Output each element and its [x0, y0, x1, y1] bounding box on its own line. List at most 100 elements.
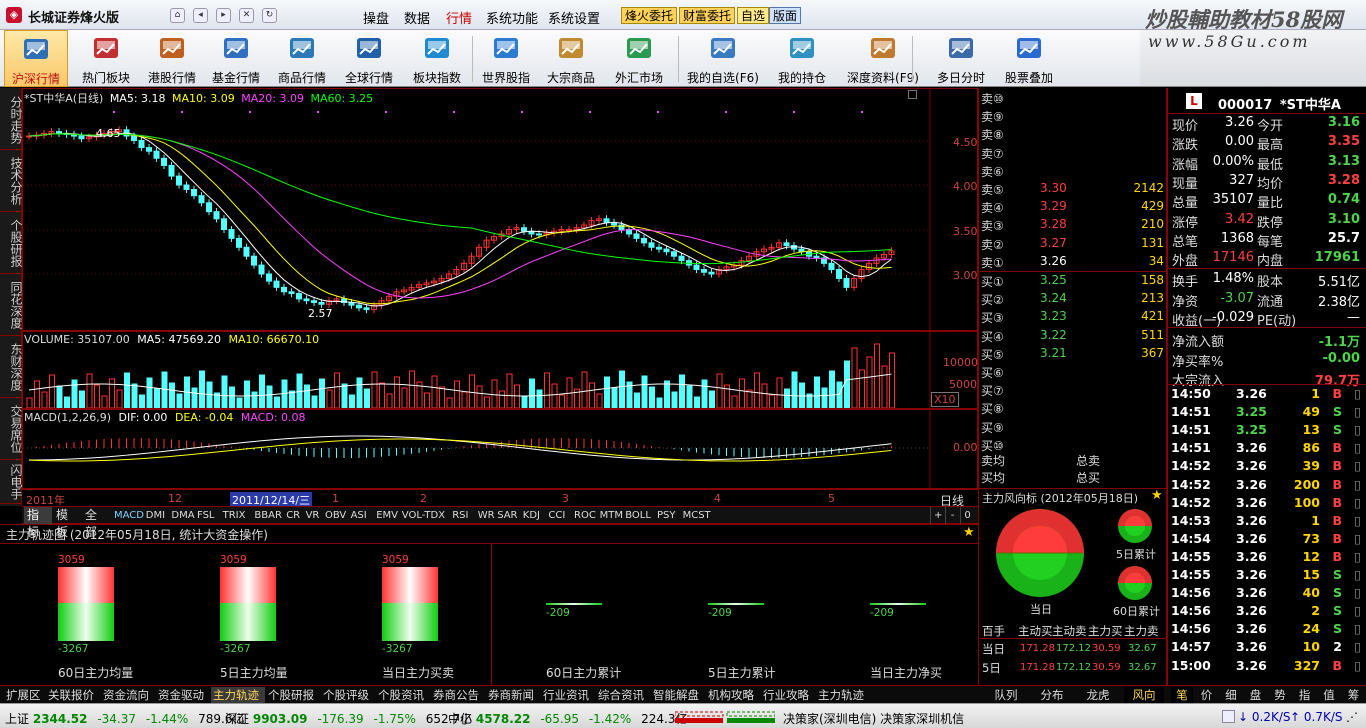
bottom-tab-1[interactable]: 关联报价: [46, 687, 100, 703]
bottom-tab-3[interactable]: 资金驱动: [156, 687, 210, 703]
bottom-tab-9[interactable]: 券商新闻: [486, 687, 540, 703]
indicator-tab-sar[interactable]: SAR: [494, 507, 519, 524]
right-tab-0[interactable]: 队列: [986, 687, 1026, 703]
toolbar-hk-stock-button[interactable]: 港股行情: [141, 30, 203, 87]
indicator-tab-mtm[interactable]: MTM: [597, 507, 623, 524]
indicator-tab-kdj[interactable]: KDJ: [520, 507, 545, 524]
layout-button[interactable]: 版面: [769, 7, 802, 24]
ask-row[interactable]: 卖⑨: [980, 108, 1166, 126]
quote-tab-7[interactable]: 筹: [1343, 687, 1365, 703]
indicator-tab-wr[interactable]: WR: [475, 507, 495, 524]
star-icon[interactable]: ★: [963, 525, 975, 540]
sh-index[interactable]: 上证 2344.52 -34.37 -1.44% 789.6亿: [5, 710, 244, 727]
indicator-tab-boll[interactable]: BOLL: [622, 507, 653, 524]
ask-row[interactable]: 卖⑦: [980, 145, 1166, 163]
wealth-order-button[interactable]: 财富委托: [679, 7, 736, 24]
left-tab-1[interactable]: 技术分析: [0, 150, 23, 212]
indicator-tab-roc[interactable]: ROC: [571, 507, 596, 524]
indicator-tab-vr[interactable]: VR: [303, 507, 321, 524]
kline-chart[interactable]: [23, 89, 977, 330]
left-tab-3[interactable]: 同花深度: [0, 274, 23, 336]
quote-tab-1[interactable]: 价: [1196, 687, 1218, 703]
zx-index[interactable]: 中小 4578.22 -65.95 -1.42% 224.3亿: [448, 710, 687, 727]
bottom-tab-6[interactable]: 个股评级: [321, 687, 375, 703]
toolbar-my-watchlist-button[interactable]: 我的自选(F6): [680, 30, 766, 87]
indicator-tab-dmi[interactable]: DMI: [143, 507, 168, 524]
bid-row[interactable]: 买③ 3.23 421: [980, 309, 1166, 327]
kline-panel-toggle-icon[interactable]: [908, 90, 917, 99]
bottom-tab-7[interactable]: 个股资讯: [376, 687, 430, 703]
menu-system-functions[interactable]: 系统功能: [486, 8, 538, 27]
ask-row[interactable]: 卖⑧: [980, 126, 1166, 144]
sz-index[interactable]: 深证 9903.09 -176.39 -1.75% 652.7亿: [225, 710, 472, 727]
bottom-tab-10[interactable]: 行业资讯: [541, 687, 595, 703]
toolbar-global-button[interactable]: 全球行情: [338, 30, 400, 87]
left-tab-4[interactable]: 东财深度: [0, 336, 23, 398]
indicator-tab-全部[interactable]: 全部: [82, 507, 110, 539]
indicator-tab-mcst[interactable]: MCST: [680, 507, 711, 524]
indicator-tab-指标[interactable]: 指标: [24, 507, 52, 539]
toolbar-market-button[interactable]: 沪深行情: [4, 30, 68, 87]
indicator-tab-cr[interactable]: CR: [283, 507, 301, 524]
bid-row[interactable]: 买⑧: [980, 400, 1166, 418]
right-tab-3[interactable]: 风向: [1124, 687, 1164, 703]
indicator-control-0[interactable]: +: [930, 507, 944, 524]
toolbar-multi-day-button[interactable]: 多日分时: [930, 30, 992, 87]
indicator-tab-vol-tdx[interactable]: VOL-TDX: [399, 507, 448, 524]
ask-row[interactable]: 卖① 3.26 34: [980, 254, 1166, 272]
bid-row[interactable]: 买④ 3.22 511: [980, 328, 1166, 346]
left-tab-2[interactable]: 个股研报: [0, 212, 23, 274]
indicator-tab-macd[interactable]: MACD: [111, 507, 144, 524]
watchlist-tag-button[interactable]: 自选: [737, 7, 770, 24]
bid-row[interactable]: 买② 3.24 213: [980, 291, 1166, 309]
bottom-tab-0[interactable]: 扩展区: [4, 687, 45, 703]
toolbar-deep-data-button[interactable]: 深度资料(F9): [840, 30, 926, 87]
quote-tab-0[interactable]: 笔: [1171, 687, 1193, 703]
toolbar-overlay-button[interactable]: 股票叠加: [996, 30, 1062, 87]
refresh-icon[interactable]: ↻: [262, 8, 277, 23]
menu-quotes[interactable]: 行情: [446, 8, 472, 27]
bottom-tab-2[interactable]: 资金流向: [101, 687, 155, 703]
indicator-tab-dma[interactable]: DMA: [168, 507, 194, 524]
ask-row[interactable]: 卖⑩: [980, 90, 1166, 108]
indicator-control-1[interactable]: -: [945, 507, 959, 524]
quote-tab-5[interactable]: 指: [1294, 687, 1316, 703]
bottom-tab-15[interactable]: 主力轨迹: [816, 687, 870, 703]
indicator-tab-trix[interactable]: TRIX: [220, 507, 251, 524]
bottom-tab-12[interactable]: 智能解盘: [651, 687, 705, 703]
quote-tab-4[interactable]: 势: [1269, 687, 1291, 703]
menu-trade[interactable]: 操盘: [363, 8, 389, 27]
star-icon[interactable]: ★: [1151, 488, 1163, 503]
indicator-tab-obv[interactable]: OBV: [322, 507, 347, 524]
toolbar-commodity-button[interactable]: 商品行情: [271, 30, 333, 87]
bid-row[interactable]: 买⑨: [980, 419, 1166, 437]
ask-row[interactable]: 卖⑥: [980, 163, 1166, 181]
ask-row[interactable]: 卖④ 3.29 429: [980, 199, 1166, 217]
back-icon[interactable]: ◂: [193, 8, 208, 23]
right-tab-2[interactable]: 龙虎: [1078, 687, 1118, 703]
indicator-tab-fsl[interactable]: FSL: [194, 507, 219, 524]
toolbar-bulk-commodity-button[interactable]: 大宗商品: [540, 30, 602, 87]
indicator-tab-cci[interactable]: CCI: [545, 507, 570, 524]
quote-tab-2[interactable]: 细: [1220, 687, 1242, 703]
resize-grip-icon[interactable]: ⋰: [1346, 710, 1358, 724]
bottom-tab-13[interactable]: 机构攻略: [706, 687, 760, 703]
ask-row[interactable]: 卖③ 3.28 210: [980, 217, 1166, 235]
forward-icon[interactable]: ▸: [216, 8, 231, 23]
ask-row[interactable]: 卖⑤ 3.30 2142: [980, 181, 1166, 199]
toolbar-world-index-button[interactable]: 世界股指: [474, 30, 538, 87]
toolbar-forex-button[interactable]: 外汇市场: [604, 30, 674, 87]
toolbar-my-position-button[interactable]: 我的持仓: [770, 30, 834, 87]
toolbar-fund-button[interactable]: 基金行情: [205, 30, 267, 87]
quote-tab-6[interactable]: 值: [1318, 687, 1340, 703]
bottom-tab-4[interactable]: 主力轨迹: [211, 687, 265, 703]
indicator-control-2[interactable]: 0: [960, 507, 974, 524]
bottom-tab-8[interactable]: 券商公告: [431, 687, 485, 703]
left-tab-5[interactable]: 交易席位: [0, 398, 23, 460]
bid-row[interactable]: 买① 3.25 158: [980, 273, 1166, 291]
bid-row[interactable]: 买⑦: [980, 382, 1166, 400]
indicator-tab-模板[interactable]: 模板: [53, 507, 81, 539]
toolbar-sector-index-button[interactable]: 板块指数: [405, 30, 469, 87]
bottom-tab-11[interactable]: 综合资讯: [596, 687, 650, 703]
bottom-tab-5[interactable]: 个股研报: [266, 687, 320, 703]
